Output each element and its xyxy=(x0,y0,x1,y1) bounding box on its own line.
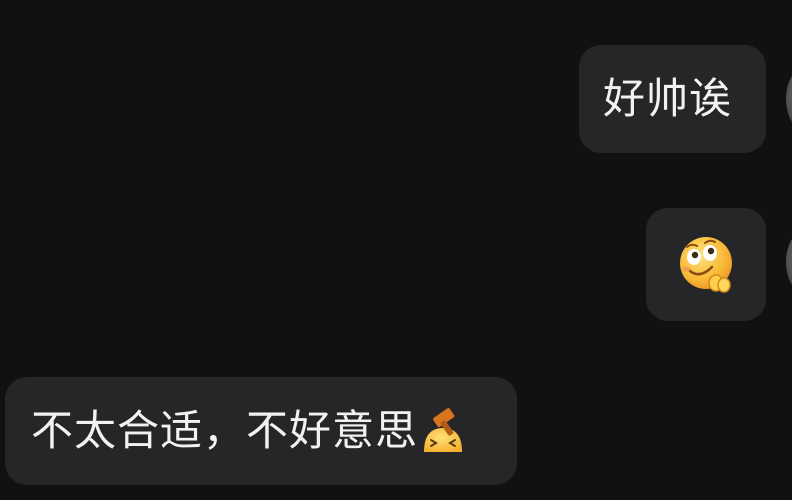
message-bubble-outgoing[interactable]: 好帅诶 xyxy=(579,45,766,153)
user-avatar[interactable] xyxy=(786,230,792,294)
hands-together-smiling-emoji-icon xyxy=(680,236,732,293)
message-text: 好帅诶 xyxy=(603,74,733,123)
message-bubble-outgoing-emoji[interactable] xyxy=(646,208,766,321)
hammer-face-emoji-icon xyxy=(424,408,463,452)
user-avatar[interactable] xyxy=(786,67,792,131)
message-text: 不太合适，不好意思 xyxy=(31,406,419,455)
message-bubble-incoming[interactable]: 不太合适，不好意思 xyxy=(5,377,517,485)
